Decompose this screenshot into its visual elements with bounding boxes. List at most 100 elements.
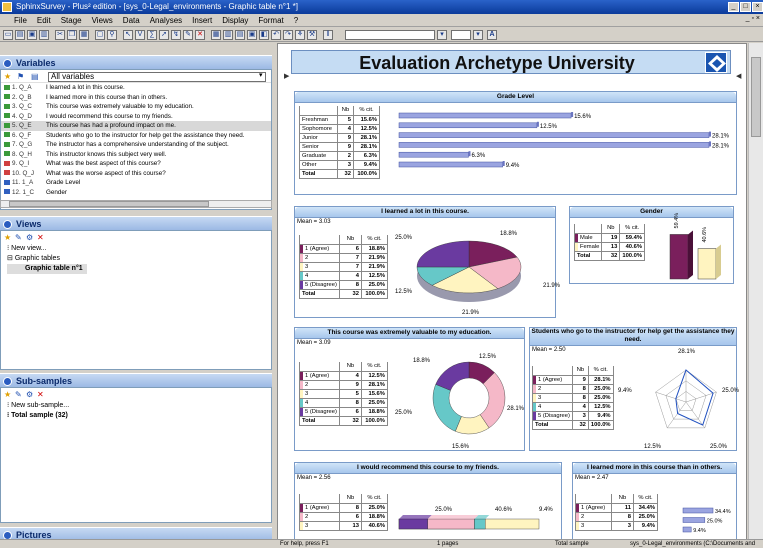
star-icon[interactable]: ★ (4, 72, 11, 81)
document-vscroll[interactable] (748, 43, 763, 540)
chart-icon[interactable]: ▥ (223, 30, 233, 40)
tree-item-graphic-tables[interactable]: ⊟ Graphic tables (7, 254, 271, 264)
link-icon[interactable]: ⚘ (295, 30, 305, 40)
font-button[interactable]: A (487, 30, 497, 40)
chevron-down-icon[interactable]: ▾ (259, 71, 263, 79)
variables-filter-select[interactable]: All variables (48, 72, 266, 82)
new-view-icon[interactable]: ✎ (15, 233, 22, 242)
variable-item[interactable]: 3. Q_C This course was extremely valuable… (1, 102, 271, 112)
variable-item[interactable]: 7. Q_G The instructor has a comprehensive… (1, 140, 271, 150)
scroll-thumb[interactable] (751, 57, 761, 137)
layout-icon[interactable]: ▣ (247, 30, 257, 40)
menu-edit[interactable]: Edit (32, 14, 56, 27)
minimize-button[interactable]: _ (728, 2, 739, 12)
tools-icon[interactable]: ⚒ (307, 30, 317, 40)
bar-end (536, 121, 539, 127)
variable-item[interactable]: 9. Q_I What was the best aspect of this c… (1, 159, 271, 169)
cut-icon[interactable]: ✂ (55, 30, 65, 40)
variable-item[interactable]: 10. Q_J What was the worse aspect of this… (1, 169, 271, 179)
pen-icon[interactable]: ✎ (183, 30, 193, 40)
subsamples-title: Sub-samples (16, 376, 73, 386)
delete-icon[interactable]: ✕ (37, 390, 44, 399)
tree-item-graphic-table-1[interactable]: Graphic table n°1 (7, 264, 87, 274)
legend-swatch (533, 393, 536, 402)
table-icon[interactable]: ▦ (211, 30, 221, 40)
style-dropdown-icon[interactable]: ▾ (437, 30, 447, 40)
new-icon[interactable]: ▭ (3, 30, 13, 40)
tree-item-new-view[interactable]: ⁝ New view... (7, 244, 271, 254)
variable-item[interactable]: 6. Q_F Students who go to the instructor … (1, 131, 271, 141)
edit-icon[interactable]: ⚙ (26, 233, 33, 242)
variables-hscroll[interactable] (0, 200, 272, 208)
variables-header[interactable]: Variables (0, 55, 272, 69)
variable-item[interactable]: 1. Q_A I learned a lot in this course. (1, 83, 271, 93)
table-cell: 6.3% (353, 150, 380, 161)
maximize-button[interactable]: □ (740, 2, 751, 12)
preview-icon[interactable]: ▢ (95, 30, 105, 40)
variable-item[interactable]: 4. Q_D I would recommend this course to m… (1, 112, 271, 122)
variable-item[interactable]: 5. Q_E This course has had a profound imp… (1, 121, 271, 131)
table-cell: 12.5% (353, 123, 380, 134)
variable-code: 11. 1_A (12, 179, 34, 186)
data-label: 25.0% (395, 410, 413, 416)
save-icon[interactable]: ▣ (27, 30, 37, 40)
scale-variable-icon (4, 132, 10, 138)
variable-item[interactable]: 12. 1_C Gender (1, 188, 271, 198)
menu-insert[interactable]: Insert (187, 14, 217, 27)
zoom-icon[interactable]: ⚲ (107, 30, 117, 40)
variable-icon[interactable]: V (135, 30, 145, 40)
star-icon[interactable]: ★ (4, 390, 11, 399)
scale-variable-icon (4, 94, 10, 100)
undo-icon[interactable]: ↶ (271, 30, 281, 40)
variable-item[interactable]: 2. Q_B I learned more in this course than… (1, 93, 271, 103)
variable-item[interactable]: 8. Q_H This instructor knows this subject… (1, 150, 271, 160)
menu-display[interactable]: Display (217, 14, 253, 27)
pointer-icon[interactable]: ↖ (123, 30, 133, 40)
right-margin-arrow-icon[interactable]: ◀ (736, 72, 741, 80)
table-header-row: Nb% cit. (575, 494, 658, 504)
gender-bar-chart: 59.4% 40.6% (669, 213, 721, 280)
star-icon[interactable]: ★ (4, 233, 11, 242)
variable-item[interactable]: 11. 1_A Grade Level (1, 178, 271, 188)
close-button[interactable]: × (752, 2, 763, 12)
menu-file[interactable]: File (0, 14, 32, 27)
menu-data[interactable]: Data (118, 14, 145, 27)
delete-icon[interactable]: ✕ (195, 30, 205, 40)
print-icon[interactable]: ▥ (39, 30, 49, 40)
menu-format[interactable]: Format (253, 14, 288, 27)
edit-icon[interactable]: ⚙ (26, 390, 33, 399)
formula-icon[interactable]: ∑ (147, 30, 157, 40)
paste-icon[interactable]: ▦ (79, 30, 89, 40)
open-icon[interactable]: ▤ (15, 30, 25, 40)
menu-views[interactable]: Views (87, 14, 118, 27)
size-dropdown-icon[interactable]: ▾ (473, 30, 483, 40)
stacked-bar-top (427, 515, 479, 519)
subsamples-header[interactable]: Sub-samples (0, 373, 272, 387)
copy-icon[interactable]: ❐ (67, 30, 77, 40)
data-label: 25.0% (707, 519, 723, 525)
mdi-controls[interactable]: _ ▫ × (746, 15, 760, 22)
redo-icon[interactable]: ↷ (283, 30, 293, 40)
grid-icon[interactable]: ▤ (235, 30, 245, 40)
filter-icon[interactable]: ⚑ (17, 72, 24, 81)
new-subsample-icon[interactable]: ✎ (15, 390, 22, 399)
views-header[interactable]: Views (0, 216, 272, 230)
table-header-row: Nb% cit. (299, 106, 380, 116)
menu-analyses[interactable]: Analyses (145, 14, 187, 27)
scroll-thumb[interactable] (9, 201, 209, 207)
delete-icon[interactable]: ✕ (37, 233, 44, 242)
left-margin-arrow-icon[interactable]: ▶ (284, 72, 289, 80)
tree-item-total-sample[interactable]: ⁝ Total sample (32) (7, 411, 271, 421)
arrow-icon[interactable]: ➚ (159, 30, 169, 40)
table-cell: 12.5% (587, 401, 614, 412)
style-select[interactable] (345, 30, 435, 40)
map-icon[interactable]: ◧ (259, 30, 269, 40)
sort-icon[interactable]: ↯ (171, 30, 181, 40)
menu-stage[interactable]: Stage (56, 14, 87, 27)
tree-item-new-subsample[interactable]: ⁝ New sub-sample... (7, 401, 271, 411)
list-icon[interactable]: ▤ (31, 72, 39, 81)
row-label: 2 (305, 513, 309, 520)
bars-icon[interactable]: ‖ (323, 30, 333, 40)
size-select[interactable] (451, 30, 471, 40)
menu-help[interactable]: ? (289, 14, 303, 27)
